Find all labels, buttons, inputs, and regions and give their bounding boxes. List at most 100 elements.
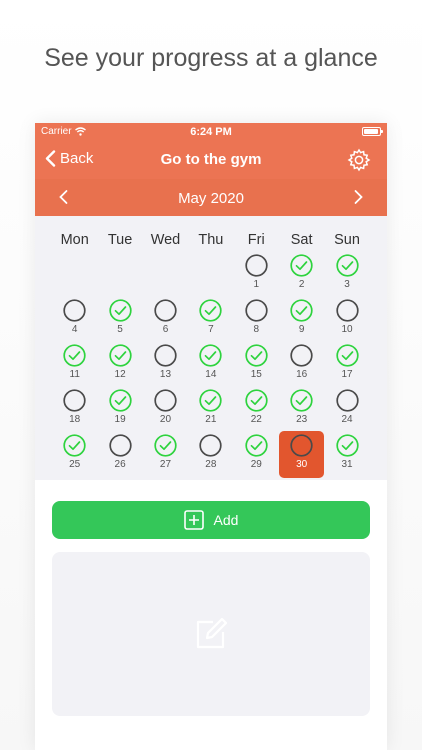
empty-circle-icon (154, 389, 177, 412)
day-cell[interactable]: 5 (97, 299, 142, 344)
day-number: 15 (250, 369, 262, 380)
empty-circle-icon (199, 434, 223, 457)
edit-note-icon (196, 617, 228, 649)
day-number: 21 (205, 414, 217, 425)
add-button-label: Add (213, 512, 239, 528)
day-cell[interactable]: 24 (324, 389, 369, 434)
day-number: 26 (114, 459, 126, 470)
day-cell[interactable]: 16 (279, 344, 324, 389)
day-number: 24 (341, 414, 353, 425)
page-title: Go to the gym (160, 151, 262, 168)
day-number: 22 (250, 414, 262, 425)
checked-circle-icon (199, 344, 223, 367)
day-cell[interactable]: 8 (234, 299, 279, 344)
checked-circle-icon (335, 344, 359, 367)
marketing-headline: See your progress at a glance (44, 44, 378, 72)
day-cell[interactable]: 21 (188, 389, 233, 434)
day-grid: 1 2 3 4 5 6 7 8 9 10 11 12 13 14 15 16 17 18 19 20 21 22 23 24 2… (35, 254, 387, 479)
day-number: 17 (341, 369, 353, 380)
empty-day-cell (143, 254, 188, 299)
empty-circle-icon (154, 299, 177, 322)
weekday-label: Tue (107, 232, 133, 248)
content-area: Add (35, 480, 387, 716)
checked-circle-icon (199, 389, 223, 412)
day-number: 12 (114, 369, 126, 380)
day-cell[interactable]: 20 (143, 389, 188, 434)
day-cell[interactable]: 26 (97, 434, 142, 479)
checked-circle-icon (290, 299, 313, 322)
day-cell[interactable]: 29 (234, 434, 279, 479)
top-bar: Carrier 6:24 PM Back Go to the gym May 2… (35, 123, 387, 216)
phone-screen: Carrier 6:24 PM Back Go to the gym May 2… (35, 123, 387, 750)
day-number: 10 (341, 324, 353, 335)
checked-circle-icon (290, 389, 313, 412)
weekday-label: Sat (290, 232, 313, 248)
weekday-header: Mon Tue Wed Thu Fri Sat Sun (35, 216, 387, 248)
next-month-button[interactable] (349, 188, 367, 206)
weekday-label: Thu (198, 232, 224, 248)
gear-icon[interactable] (347, 148, 371, 172)
empty-circle-icon (335, 299, 359, 322)
day-number: 4 (71, 324, 78, 335)
empty-day-cell (188, 254, 233, 299)
day-cell[interactable]: 4 (52, 299, 97, 344)
day-cell[interactable]: 1 (234, 254, 279, 299)
empty-circle-icon (154, 344, 177, 367)
checked-circle-icon (199, 299, 223, 322)
day-number: 16 (296, 369, 308, 380)
checked-circle-icon (154, 434, 177, 457)
day-number: 18 (69, 414, 81, 425)
day-cell[interactable]: 10 (324, 299, 369, 344)
day-number: 28 (205, 459, 217, 470)
day-number: 1 (253, 279, 260, 290)
battery-fill (364, 129, 378, 134)
day-cell[interactable]: 28 (188, 434, 233, 479)
weekday-label: Wed (150, 232, 181, 248)
day-cell[interactable]: 22 (234, 389, 279, 434)
day-cell[interactable]: 19 (97, 389, 142, 434)
day-cell[interactable]: 7 (188, 299, 233, 344)
weekday-label: Mon (60, 232, 89, 248)
checked-circle-icon (290, 254, 313, 277)
empty-circle-icon (335, 389, 359, 412)
day-cell[interactable]: 27 (143, 434, 188, 479)
day-number: 5 (117, 324, 123, 335)
checked-circle-icon (245, 434, 268, 457)
day-cell[interactable]: 3 (324, 254, 369, 299)
day-cell[interactable]: 15 (234, 344, 279, 389)
empty-circle-icon (63, 299, 86, 322)
day-cell[interactable]: 6 (143, 299, 188, 344)
navigation-bar: Back Go to the gym (35, 141, 387, 179)
day-cell[interactable]: 25 (52, 434, 97, 479)
day-cell[interactable]: 2 (279, 254, 324, 299)
empty-day-cell (52, 254, 97, 299)
day-cell-today[interactable]: 30 (278, 431, 325, 478)
empty-circle-icon (63, 389, 86, 412)
day-cell[interactable]: 18 (52, 389, 97, 434)
calendar: Mon Tue Wed Thu Fri Sat Sun 1 2 3 4 5 6 7 8 9 10 1… (35, 216, 387, 480)
day-cell[interactable]: 14 (188, 344, 233, 389)
day-number: 11 (69, 369, 80, 380)
day-number: 20 (159, 414, 172, 425)
checked-circle-icon (63, 434, 86, 457)
day-cell[interactable]: 13 (143, 344, 188, 389)
day-number: 8 (253, 324, 260, 335)
day-cell[interactable]: 17 (324, 344, 369, 389)
month-selector: May 2020 (35, 179, 387, 216)
month-label: May 2020 (178, 190, 244, 207)
weekday-label: Sun (334, 232, 360, 248)
checked-circle-icon (335, 434, 359, 457)
day-cell[interactable]: 11 (52, 344, 97, 389)
plus-square-icon (183, 510, 204, 530)
day-number: 2 (298, 279, 305, 290)
day-cell[interactable]: 31 (324, 434, 369, 479)
empty-circle-icon (290, 344, 313, 367)
day-cell[interactable]: 9 (279, 299, 324, 344)
checked-circle-icon (108, 389, 132, 412)
checked-circle-icon (108, 344, 132, 367)
day-cell[interactable]: 23 (279, 389, 324, 434)
day-number: 13 (159, 369, 172, 380)
note-area[interactable] (52, 552, 370, 716)
add-button[interactable]: Add (52, 501, 370, 539)
day-cell[interactable]: 12 (97, 344, 142, 389)
